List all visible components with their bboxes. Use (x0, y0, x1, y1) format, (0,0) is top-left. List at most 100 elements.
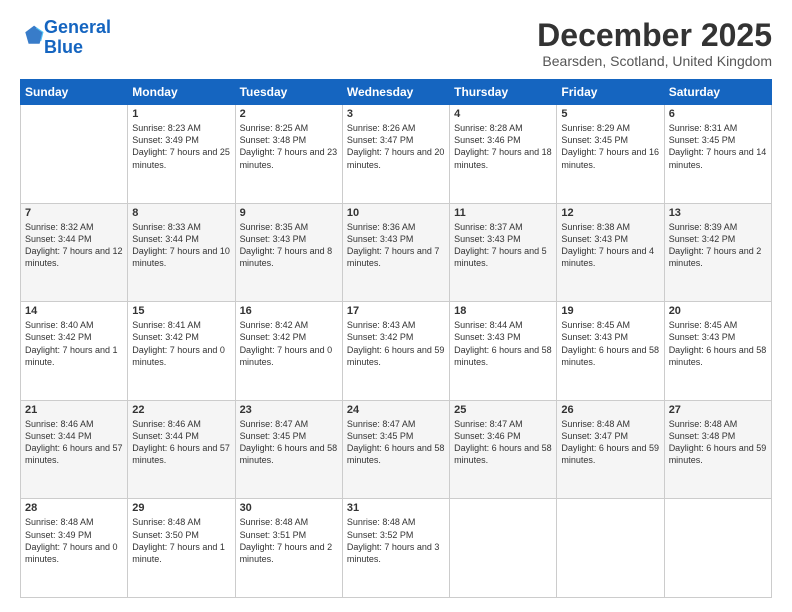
calendar-cell: 20Sunrise: 8:45 AMSunset: 3:43 PMDayligh… (664, 302, 771, 401)
cell-info: Sunrise: 8:48 AMSunset: 3:52 PMDaylight:… (347, 516, 445, 565)
cell-info: Sunrise: 8:46 AMSunset: 3:44 PMDaylight:… (132, 418, 230, 467)
calendar-cell (664, 499, 771, 598)
cell-info: Sunrise: 8:48 AMSunset: 3:47 PMDaylight:… (561, 418, 659, 467)
calendar-cell: 25 Sunrise: 8:47 AMSunset: 3:46 PMDayligh… (450, 400, 557, 499)
calendar-cell: 8 Sunrise: 8:33 AMSunset: 3:44 PMDaylight… (128, 203, 235, 302)
calendar-table: SundayMondayTuesdayWednesdayThursdayFrid… (20, 79, 772, 598)
cell-info: Sunrise: 8:36 AMSunset: 3:43 PMDaylight:… (347, 221, 445, 270)
cell-info: Sunrise: 8:44 AMSunset: 3:43 PMDaylight:… (454, 319, 552, 368)
calendar-week-row: 21Sunrise: 8:46 AMSunset: 3:44 PMDayligh… (21, 400, 772, 499)
day-number: 31 (347, 502, 445, 514)
calendar-cell: 12Sunrise: 8:38 AMSunset: 3:43 PMDayligh… (557, 203, 664, 302)
cell-info: Sunrise: 8:41 AMSunset: 3:42 PMDaylight:… (132, 319, 230, 368)
calendar-cell: 31 Sunrise: 8:48 AMSunset: 3:52 PMDayligh… (342, 499, 449, 598)
logo-icon (22, 24, 44, 46)
calendar-cell: 4Sunrise: 8:28 AMSunset: 3:46 PMDaylight… (450, 105, 557, 204)
calendar-cell (557, 499, 664, 598)
cell-info: Sunrise: 8:40 AMSunset: 3:42 PMDaylight:… (25, 319, 123, 368)
calendar-cell: 1 Sunrise: 8:23 AMSunset: 3:49 PMDaylight… (128, 105, 235, 204)
day-number: 2 (240, 108, 338, 120)
location: Bearsden, Scotland, United Kingdom (537, 53, 772, 69)
cell-info: Sunrise: 8:48 AMSunset: 3:50 PMDaylight:… (132, 516, 230, 565)
calendar-cell: 10 Sunrise: 8:36 AMSunset: 3:43 PMDayligh… (342, 203, 449, 302)
calendar-cell: 30Sunrise: 8:48 AMSunset: 3:51 PMDayligh… (235, 499, 342, 598)
day-number: 7 (25, 207, 123, 219)
calendar-cell: 6 Sunrise: 8:31 AMSunset: 3:45 PMDaylight… (664, 105, 771, 204)
calendar-cell: 26 Sunrise: 8:48 AMSunset: 3:47 PMDayligh… (557, 400, 664, 499)
day-number: 16 (240, 305, 338, 317)
day-header-thursday: Thursday (450, 80, 557, 105)
day-number: 15 (132, 305, 230, 317)
cell-info: Sunrise: 8:46 AMSunset: 3:44 PMDaylight:… (25, 418, 123, 467)
day-header-wednesday: Wednesday (342, 80, 449, 105)
cell-info: Sunrise: 8:43 AMSunset: 3:42 PMDaylight:… (347, 319, 445, 368)
day-number: 24 (347, 404, 445, 416)
logo-line1: General (44, 17, 111, 37)
calendar-week-row: 7 Sunrise: 8:32 AMSunset: 3:44 PMDaylight… (21, 203, 772, 302)
day-number: 28 (25, 502, 123, 514)
day-number: 9 (240, 207, 338, 219)
day-number: 18 (454, 305, 552, 317)
cell-info: Sunrise: 8:33 AMSunset: 3:44 PMDaylight:… (132, 221, 230, 270)
day-number: 5 (561, 108, 659, 120)
day-header-tuesday: Tuesday (235, 80, 342, 105)
cell-info: Sunrise: 8:23 AMSunset: 3:49 PMDaylight:… (132, 122, 230, 171)
calendar-cell: 9 Sunrise: 8:35 AMSunset: 3:43 PMDaylight… (235, 203, 342, 302)
calendar-week-row: 1 Sunrise: 8:23 AMSunset: 3:49 PMDaylight… (21, 105, 772, 204)
day-header-saturday: Saturday (664, 80, 771, 105)
day-number: 30 (240, 502, 338, 514)
day-number: 19 (561, 305, 659, 317)
logo: General Blue (20, 18, 111, 58)
calendar-cell: 28 Sunrise: 8:48 AMSunset: 3:49 PMDayligh… (21, 499, 128, 598)
month-title: December 2025 (537, 18, 772, 53)
calendar-cell (450, 499, 557, 598)
day-number: 12 (561, 207, 659, 219)
day-number: 10 (347, 207, 445, 219)
day-number: 6 (669, 108, 767, 120)
cell-info: Sunrise: 8:29 AMSunset: 3:45 PMDaylight:… (561, 122, 659, 171)
day-number: 25 (454, 404, 552, 416)
cell-info: Sunrise: 8:47 AMSunset: 3:46 PMDaylight:… (454, 418, 552, 467)
calendar-cell: 7 Sunrise: 8:32 AMSunset: 3:44 PMDaylight… (21, 203, 128, 302)
cell-info: Sunrise: 8:48 AMSunset: 3:49 PMDaylight:… (25, 516, 123, 565)
day-number: 3 (347, 108, 445, 120)
day-number: 8 (132, 207, 230, 219)
cell-info: Sunrise: 8:45 AMSunset: 3:43 PMDaylight:… (669, 319, 767, 368)
calendar-week-row: 14 Sunrise: 8:40 AMSunset: 3:42 PMDayligh… (21, 302, 772, 401)
cell-info: Sunrise: 8:39 AMSunset: 3:42 PMDaylight:… (669, 221, 767, 270)
day-number: 17 (347, 305, 445, 317)
cell-info: Sunrise: 8:48 AMSunset: 3:48 PMDaylight:… (669, 418, 767, 467)
calendar-cell: 17 Sunrise: 8:43 AMSunset: 3:42 PMDayligh… (342, 302, 449, 401)
calendar-cell: 14 Sunrise: 8:40 AMSunset: 3:42 PMDayligh… (21, 302, 128, 401)
day-number: 27 (669, 404, 767, 416)
title-block: December 2025 Bearsden, Scotland, United… (537, 18, 772, 69)
day-number: 29 (132, 502, 230, 514)
logo-text: General Blue (44, 18, 111, 58)
day-header-friday: Friday (557, 80, 664, 105)
day-number: 1 (132, 108, 230, 120)
calendar-cell: 16Sunrise: 8:42 AMSunset: 3:42 PMDayligh… (235, 302, 342, 401)
cell-info: Sunrise: 8:47 AMSunset: 3:45 PMDaylight:… (240, 418, 338, 467)
calendar-cell: 27 Sunrise: 8:48 AMSunset: 3:48 PMDayligh… (664, 400, 771, 499)
calendar-cell: 18 Sunrise: 8:44 AMSunset: 3:43 PMDayligh… (450, 302, 557, 401)
cell-info: Sunrise: 8:31 AMSunset: 3:45 PMDaylight:… (669, 122, 767, 171)
calendar-cell: 13 Sunrise: 8:39 AMSunset: 3:42 PMDayligh… (664, 203, 771, 302)
cell-info: Sunrise: 8:35 AMSunset: 3:43 PMDaylight:… (240, 221, 338, 270)
calendar-cell: 2Sunrise: 8:25 AMSunset: 3:48 PMDaylight… (235, 105, 342, 204)
calendar-cell: 3 Sunrise: 8:26 AMSunset: 3:47 PMDaylight… (342, 105, 449, 204)
calendar-header-row: SundayMondayTuesdayWednesdayThursdayFrid… (21, 80, 772, 105)
calendar-cell: 24 Sunrise: 8:47 AMSunset: 3:45 PMDayligh… (342, 400, 449, 499)
day-number: 23 (240, 404, 338, 416)
cell-info: Sunrise: 8:28 AMSunset: 3:46 PMDaylight:… (454, 122, 552, 171)
calendar-cell: 5 Sunrise: 8:29 AMSunset: 3:45 PMDaylight… (557, 105, 664, 204)
day-number: 26 (561, 404, 659, 416)
calendar-cell: 23 Sunrise: 8:47 AMSunset: 3:45 PMDayligh… (235, 400, 342, 499)
cell-info: Sunrise: 8:26 AMSunset: 3:47 PMDaylight:… (347, 122, 445, 171)
day-header-sunday: Sunday (21, 80, 128, 105)
day-number: 14 (25, 305, 123, 317)
day-number: 13 (669, 207, 767, 219)
cell-info: Sunrise: 8:47 AMSunset: 3:45 PMDaylight:… (347, 418, 445, 467)
calendar-cell: 11Sunrise: 8:37 AMSunset: 3:43 PMDayligh… (450, 203, 557, 302)
cell-info: Sunrise: 8:32 AMSunset: 3:44 PMDaylight:… (25, 221, 123, 270)
logo-line2: Blue (44, 37, 83, 57)
